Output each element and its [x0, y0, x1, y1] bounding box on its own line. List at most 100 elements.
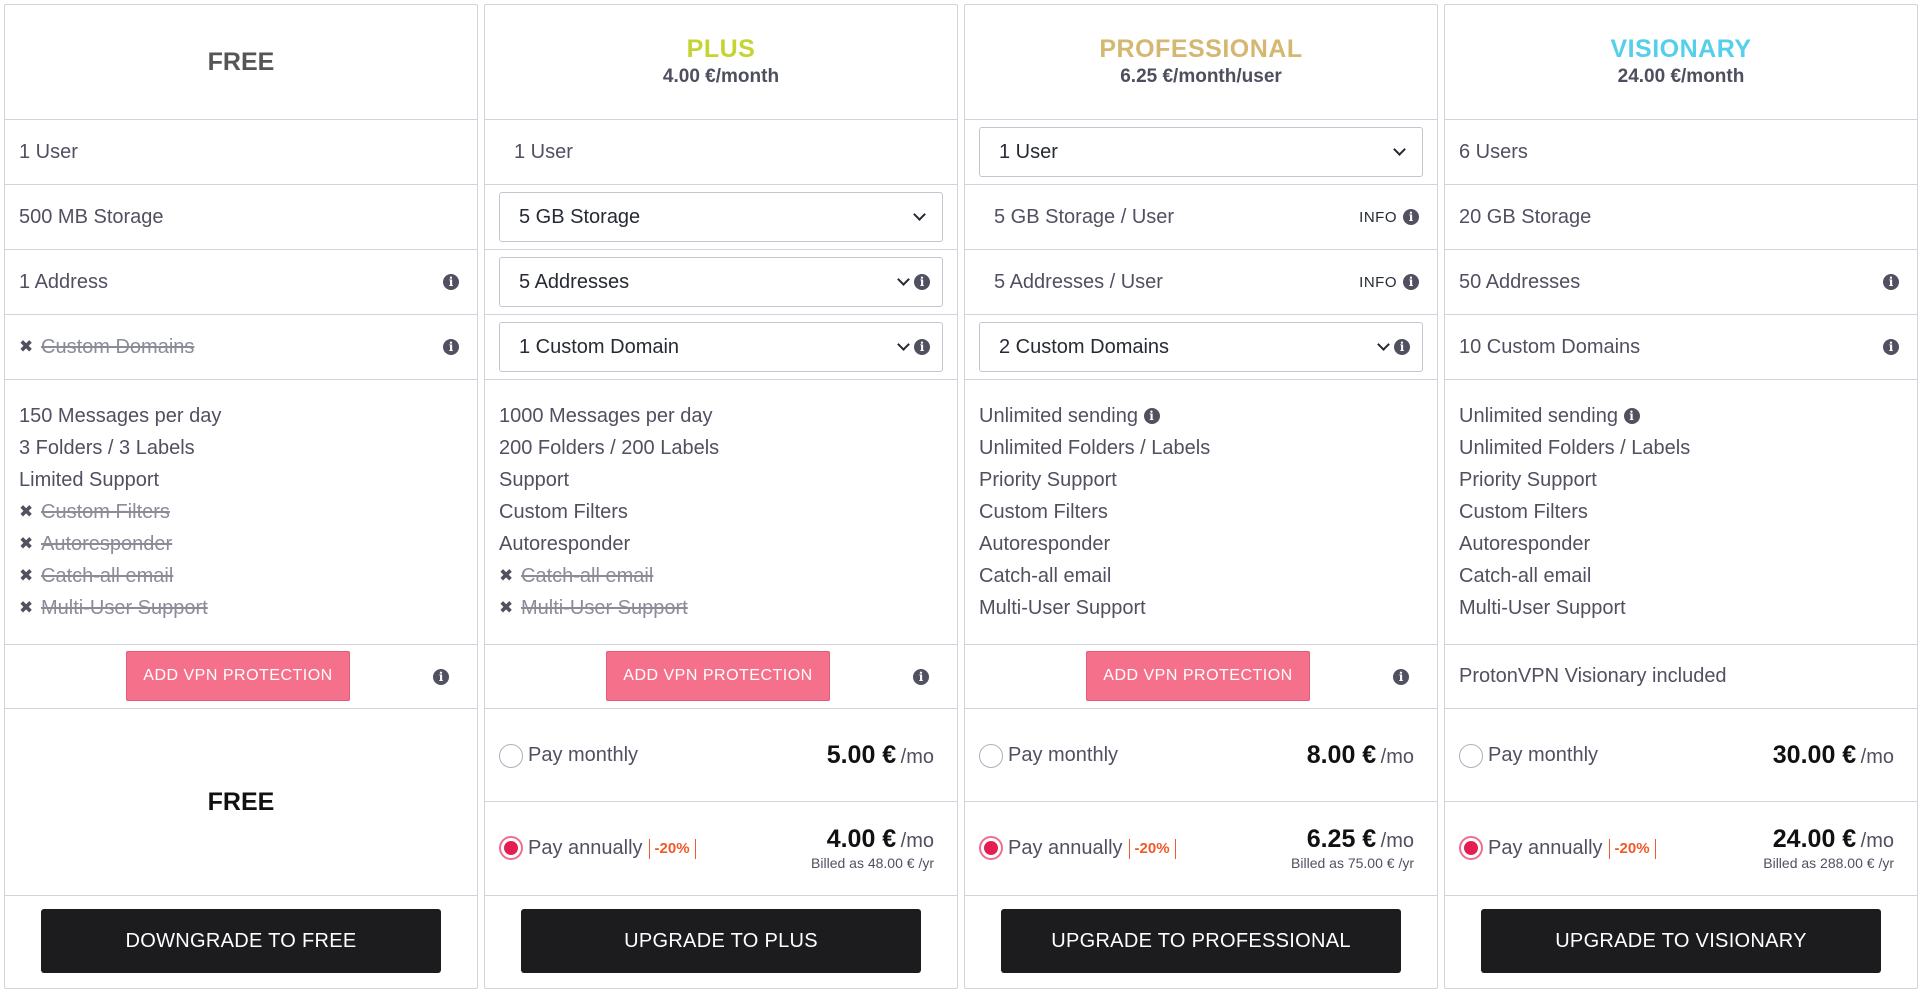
info-icon[interactable]: i	[443, 339, 459, 355]
per-month: /mo	[1380, 746, 1414, 768]
pay-annually-option[interactable]: Pay annually -20% 6.25 € /mo Billed as 75…	[965, 802, 1437, 896]
domains-select[interactable]: 2 Custom Domains i	[979, 322, 1423, 372]
pay-monthly-label: Pay monthly	[1008, 744, 1119, 766]
info-icon[interactable]: i	[1403, 274, 1419, 290]
list-item: Catch-all email	[1459, 565, 1592, 587]
plan-name: VISIONARY	[1610, 35, 1752, 63]
monthly-price: 8.00 €	[1306, 741, 1377, 769]
domains-select[interactable]: 1 Custom Domain i	[499, 322, 943, 372]
feature-list: 150 Messages per day 3 Folders / 3 Label…	[19, 400, 463, 624]
pay-monthly-label: Pay monthly	[528, 744, 639, 766]
info-icon[interactable]: i	[1143, 408, 1160, 424]
storage-select[interactable]: 5 GB Storage	[499, 192, 943, 242]
addresses-row: 5 Addresses / User INFO i	[965, 250, 1437, 315]
features-row: Unlimited sending i Unlimited Folders / …	[965, 380, 1437, 645]
users-value: 1 User	[514, 140, 573, 163]
monthly-price: 5.00 €	[826, 741, 897, 769]
info-icon[interactable]: i	[1393, 669, 1409, 685]
billed-note: Billed as 288.00 € /yr	[1763, 855, 1894, 871]
users-select[interactable]: 1 User	[979, 127, 1423, 177]
billed-note: Billed as 75.00 € /yr	[1291, 855, 1414, 871]
list-item: Autoresponder	[979, 533, 1111, 555]
list-item: Support	[499, 469, 570, 491]
cta-row: UPGRADE TO PROFESSIONAL	[965, 896, 1437, 989]
pay-monthly-option[interactable]: Pay monthly 8.00 € /mo	[965, 709, 1437, 802]
add-vpn-button[interactable]: ADD VPN PROTECTION	[126, 651, 350, 701]
upgrade-to-visionary-button[interactable]: UPGRADE TO VISIONARY	[1481, 909, 1881, 973]
users-value: 1 User	[19, 140, 78, 163]
x-icon: ✖	[499, 598, 514, 617]
list-item: ✖ Autoresponder	[19, 528, 463, 560]
list-item: 150 Messages per day	[19, 405, 222, 427]
per-month: /mo	[1860, 830, 1894, 852]
info-icon[interactable]: i	[913, 669, 929, 685]
storage-value: 500 MB Storage	[19, 205, 164, 228]
pay-monthly-option[interactable]: Pay monthly 5.00 € /mo	[485, 709, 957, 802]
x-icon: ✖	[499, 566, 514, 585]
pay-annually-option[interactable]: Pay annually -20% 4.00 € /mo Billed as 48…	[485, 802, 957, 896]
plan-card-free: FREE 1 User 500 MB Storage 1 Address i ✖…	[4, 4, 478, 989]
pay-monthly-option[interactable]: Pay monthly 30.00 € /mo	[1445, 709, 1917, 802]
list-item: Unlimited sending i	[1459, 400, 1903, 432]
domains-row: ✖ Custom Domains i	[5, 315, 477, 380]
pay-monthly-radio[interactable]	[499, 744, 523, 768]
pay-annually-radio[interactable]	[979, 836, 1003, 860]
features-row: Unlimited sending i Unlimited Folders / …	[1445, 380, 1917, 645]
storage-row: 20 GB Storage	[1445, 185, 1917, 250]
list-item: Autoresponder	[499, 533, 631, 555]
add-vpn-button[interactable]: ADD VPN PROTECTION	[606, 651, 830, 701]
pay-annually-radio[interactable]	[1459, 836, 1483, 860]
cta-row: UPGRADE TO VISIONARY	[1445, 896, 1917, 989]
info-icon[interactable]: i	[1883, 339, 1899, 355]
storage-row: 5 GB Storage / User INFO i	[965, 185, 1437, 250]
monthly-price: 30.00 €	[1772, 741, 1857, 769]
vpn-row: ADD VPN PROTECTION i	[965, 645, 1437, 709]
chevron-down-icon	[897, 338, 910, 351]
upgrade-to-professional-button[interactable]: UPGRADE TO PROFESSIONAL	[1001, 909, 1401, 973]
info-icon[interactable]: i	[433, 669, 449, 685]
pay-monthly-radio[interactable]	[979, 744, 1003, 768]
addresses-select[interactable]: 5 Addresses i	[499, 257, 943, 307]
users-row: 1 User	[965, 120, 1437, 185]
info-icon[interactable]: i	[1403, 209, 1419, 225]
cta-row: DOWNGRADE TO FREE	[5, 896, 477, 989]
list-item: Priority Support	[1459, 469, 1597, 491]
discount-badge: -20%	[648, 838, 696, 859]
pay-annually-radio[interactable]	[499, 836, 523, 860]
per-month: /mo	[1860, 746, 1894, 768]
list-item: Autoresponder	[1459, 533, 1591, 555]
list-item: Priority Support	[979, 469, 1117, 491]
list-item: 200 Folders / 200 Labels	[499, 437, 720, 459]
pay-monthly-radio[interactable]	[1459, 744, 1483, 768]
domains-row: 1 Custom Domain i	[485, 315, 957, 380]
pay-annually-option[interactable]: Pay annually -20% 24.00 € /mo Billed as 2…	[1445, 802, 1917, 896]
plan-card-plus: PLUS 4.00 €/month 1 User 5 GB Storage 5 …	[484, 4, 958, 989]
feature-list: Unlimited sending i Unlimited Folders / …	[979, 400, 1423, 624]
features-row: 150 Messages per day 3 Folders / 3 Label…	[5, 380, 477, 645]
plan-name: PLUS	[686, 35, 756, 63]
info-icon[interactable]: i	[914, 274, 930, 290]
info-icon[interactable]: i	[1883, 274, 1899, 290]
per-month: /mo	[900, 746, 934, 768]
list-item: Multi-User Support	[979, 597, 1146, 619]
x-icon: ✖	[19, 534, 34, 553]
info-icon[interactable]: i	[1623, 408, 1640, 424]
info-icon[interactable]: i	[1394, 339, 1410, 355]
plan-card-professional: PROFESSIONAL 6.25 €/month/user 1 User 5 …	[964, 4, 1438, 989]
add-vpn-button[interactable]: ADD VPN PROTECTION	[1086, 651, 1310, 701]
info-label[interactable]: INFO	[1359, 209, 1397, 226]
vpn-row: ProtonVPN Visionary included	[1445, 645, 1917, 709]
info-icon[interactable]: i	[443, 274, 459, 290]
upgrade-to-plus-button[interactable]: UPGRADE TO PLUS	[521, 909, 921, 973]
addresses-value: 5 Addresses / User	[994, 270, 1163, 293]
per-month: /mo	[1380, 830, 1414, 852]
plan-header-visionary: VISIONARY 24.00 €/month	[1445, 5, 1917, 120]
list-item: Multi-User Support	[1459, 597, 1626, 619]
downgrade-to-free-button[interactable]: DOWNGRADE TO FREE	[41, 909, 441, 973]
info-icon[interactable]: i	[914, 339, 930, 355]
features-row: 1000 Messages per day 200 Folders / 200 …	[485, 380, 957, 645]
info-label[interactable]: INFO	[1359, 274, 1397, 291]
annual-price: 4.00 €	[826, 825, 897, 853]
list-item: Unlimited Folders / Labels	[1459, 437, 1691, 459]
list-item: Limited Support	[19, 469, 160, 491]
